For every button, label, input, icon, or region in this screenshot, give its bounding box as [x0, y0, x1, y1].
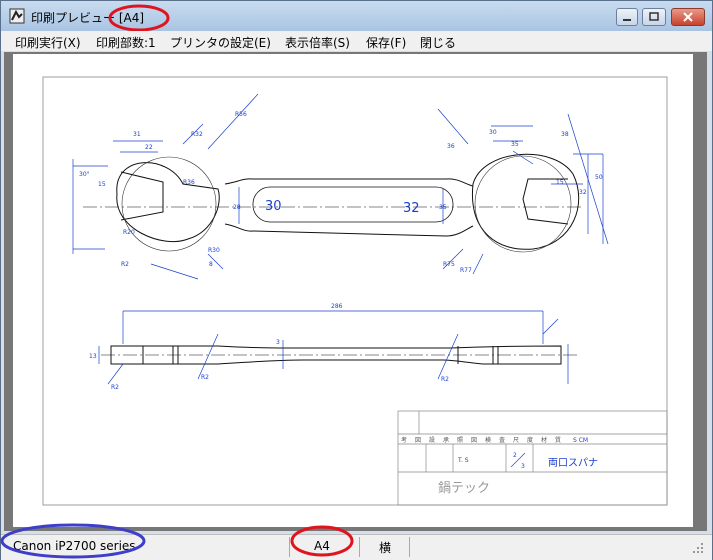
menu-save[interactable]: 保存(F) [366, 34, 406, 51]
dim-31: 31 [133, 131, 141, 138]
dim-22: 22 [145, 144, 153, 151]
status-orientation: 横 [379, 541, 392, 555]
menu-close[interactable]: 閉じる [420, 34, 456, 51]
app-icon [9, 8, 25, 24]
menu-print-execute[interactable]: 印刷実行(X) [15, 34, 81, 51]
dim-15: 15 [98, 181, 106, 188]
tb-part-name: 両口スパナ [548, 457, 598, 469]
tb-header-7: 検 [485, 436, 491, 444]
dim-36: 36 [447, 143, 455, 150]
tb-material: S CM [573, 437, 588, 444]
tb-header-11: 材 [541, 436, 547, 444]
tb-frac-num: 2 [513, 452, 517, 459]
dim-50: 50 [595, 174, 603, 181]
dim-r2b: R2 [111, 384, 119, 391]
tb-header-3: 設 [429, 436, 435, 444]
dim-28: 28 [233, 204, 241, 211]
size-stamp-30: 30 [265, 199, 282, 214]
maximize-icon [649, 12, 659, 21]
minimize-button[interactable] [616, 8, 638, 26]
dim-d305: 30° [79, 171, 90, 178]
dim-8: 8 [209, 261, 213, 268]
dim-15b: 15 [556, 179, 564, 186]
cad-drawing: 31 22 R32 R56 30° 15 R36 R20 R2 28 R30 8… [42, 76, 668, 506]
tb-header-8: 査 [499, 436, 505, 444]
paper-page: 31 22 R32 R56 30° 15 R36 R20 R2 28 R30 8… [13, 54, 693, 527]
wrench-top-view [116, 153, 580, 253]
dim-286: 286 [331, 303, 343, 310]
title-block-header: 考 図 設 承 照 図 検 査 尺 度 材 質 S CM [401, 436, 588, 444]
tb-header-4: 承 [443, 436, 449, 444]
minimize-icon [623, 19, 631, 21]
tb-header-2: 図 [415, 437, 421, 444]
dimensions-top [72, 93, 609, 280]
dim-38: 38 [561, 131, 569, 138]
title-bar[interactable]: 印刷プレビュー [A4] [1, 1, 712, 32]
tb-header-1: 考 [401, 436, 407, 444]
tb-company: 鍋テック [438, 480, 490, 496]
dim-r20: R20 [123, 229, 135, 236]
handle-top [224, 178, 474, 187]
dim-r56: R56 [235, 111, 247, 118]
dim-30: 30 [489, 129, 497, 136]
maximize-button[interactable] [642, 8, 666, 26]
size-stamp-32: 32 [403, 201, 420, 216]
tb-header-5: 照 [457, 437, 463, 444]
close-icon [683, 12, 693, 22]
dim-r77: R77 [460, 267, 472, 274]
dim-r2a: R2 [121, 261, 129, 268]
paper-highlight-circle [290, 525, 354, 557]
menu-bar: 印刷実行(X) 印刷部数:1 プリンタの設定(E) 表示倍率(S) 保存(F) … [1, 31, 712, 51]
dim-r75: R75 [443, 261, 455, 268]
dim-13: 13 [89, 353, 97, 360]
menu-zoom[interactable]: 表示倍率(S) [285, 34, 350, 51]
dim-r32: R32 [191, 131, 203, 138]
menu-printer-settings[interactable]: プリンタの設定(E) [170, 34, 271, 51]
print-preview-window: 印刷プレビュー [A4] 印刷実行(X) 印刷部数:1 プリンタの設定(E) 表… [0, 0, 713, 560]
tb-header-12: 質 [555, 436, 561, 444]
tb-frac-den: 3 [521, 463, 525, 470]
menu-print-copies[interactable]: 印刷部数:1 [96, 34, 156, 51]
tb-header-6: 図 [471, 437, 477, 444]
dim-r30: R30 [208, 247, 220, 254]
right-head [471, 153, 580, 250]
handle-bottom [224, 223, 474, 237]
title-highlight-circle [108, 4, 170, 32]
dim-3: 3 [276, 339, 280, 346]
dim-35: 35 [439, 204, 447, 211]
close-button[interactable] [671, 8, 705, 26]
left-jaw [120, 171, 164, 221]
dim-r2d: R2 [441, 376, 449, 383]
dim-r36: R36 [183, 179, 195, 186]
dim-r2c: R2 [201, 374, 209, 381]
tb-header-9: 尺 [513, 437, 519, 444]
dim-35b: 35 [511, 141, 519, 148]
resize-grip-icon[interactable] [691, 541, 705, 555]
tb-scale: T. S [457, 457, 469, 464]
tb-header-10: 度 [527, 436, 533, 444]
dim-32b: 32 [579, 189, 587, 196]
printer-highlight-circle [0, 523, 146, 559]
handle-inset [252, 186, 454, 223]
